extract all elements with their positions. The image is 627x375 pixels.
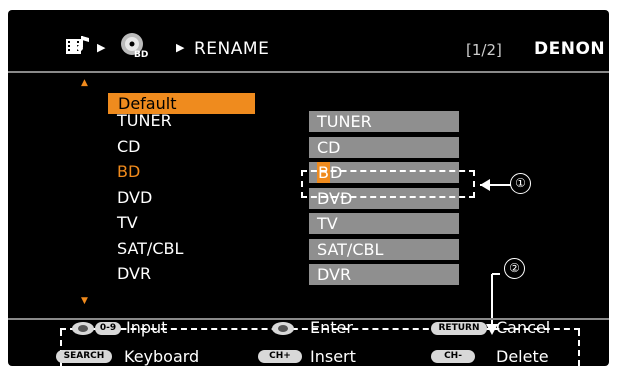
ch-plus-key-icon: CH+ (258, 350, 302, 363)
row-value-field[interactable]: TV (309, 213, 459, 234)
bd-disc-icon: BD (121, 33, 148, 60)
callout-2-label: ② (504, 258, 525, 279)
scroll-down-icon[interactable]: ▼ (81, 296, 88, 306)
music-film-icon (66, 36, 89, 54)
divider (8, 71, 609, 73)
scroll-up-icon[interactable]: ▲ (81, 78, 88, 88)
dpad-enter-icon (272, 322, 294, 335)
row-label[interactable]: CD (117, 137, 141, 157)
guide-cancel-label: Cancel (496, 318, 551, 337)
guide-enter-label: Enter (310, 318, 353, 337)
number-key-icon: 0-9 (95, 322, 121, 335)
breadcrumb-arrow-icon: ▶ (176, 41, 185, 54)
page-title: RENAME (194, 39, 270, 59)
guide-insert-label: Insert (310, 347, 356, 366)
ch-minus-key-icon: CH- (431, 350, 475, 363)
row-label[interactable]: TV (117, 213, 138, 233)
header: ▶ BD ▶ RENAME [1/2] DENON (8, 10, 609, 73)
guide-delete-label: Delete (496, 347, 549, 366)
callout-1-label: ① (510, 173, 531, 194)
page-indicator: [1/2] (466, 41, 502, 59)
osd-screen: ▶ BD ▶ RENAME [1/2] DENON ▲ Default TUNE… (8, 10, 609, 366)
row-label[interactable]: SAT/CBL (117, 239, 183, 259)
row-label[interactable]: BD (117, 162, 140, 182)
row-label[interactable]: DVD (117, 188, 152, 208)
return-key-icon: RETURN (431, 322, 487, 335)
svg-text:BD: BD (134, 50, 148, 60)
row-label[interactable]: DVR (117, 264, 151, 284)
row-value-field[interactable]: DVR (309, 264, 459, 285)
breadcrumb-arrow-icon: ▶ (97, 41, 106, 54)
search-key-icon: SEARCH (56, 350, 112, 363)
guide-keyboard-label: Keyboard (124, 347, 200, 366)
row-value-field[interactable]: TUNER (309, 111, 459, 132)
callout-1-highlight (301, 170, 475, 198)
row-value-field[interactable]: CD (309, 137, 459, 158)
row-value-field[interactable]: SAT/CBL (309, 239, 459, 260)
dpad-icon (72, 322, 94, 335)
brand-logo: DENON (534, 39, 606, 59)
guide-input-label: Input (126, 318, 168, 337)
row-label[interactable]: TUNER (117, 111, 172, 131)
